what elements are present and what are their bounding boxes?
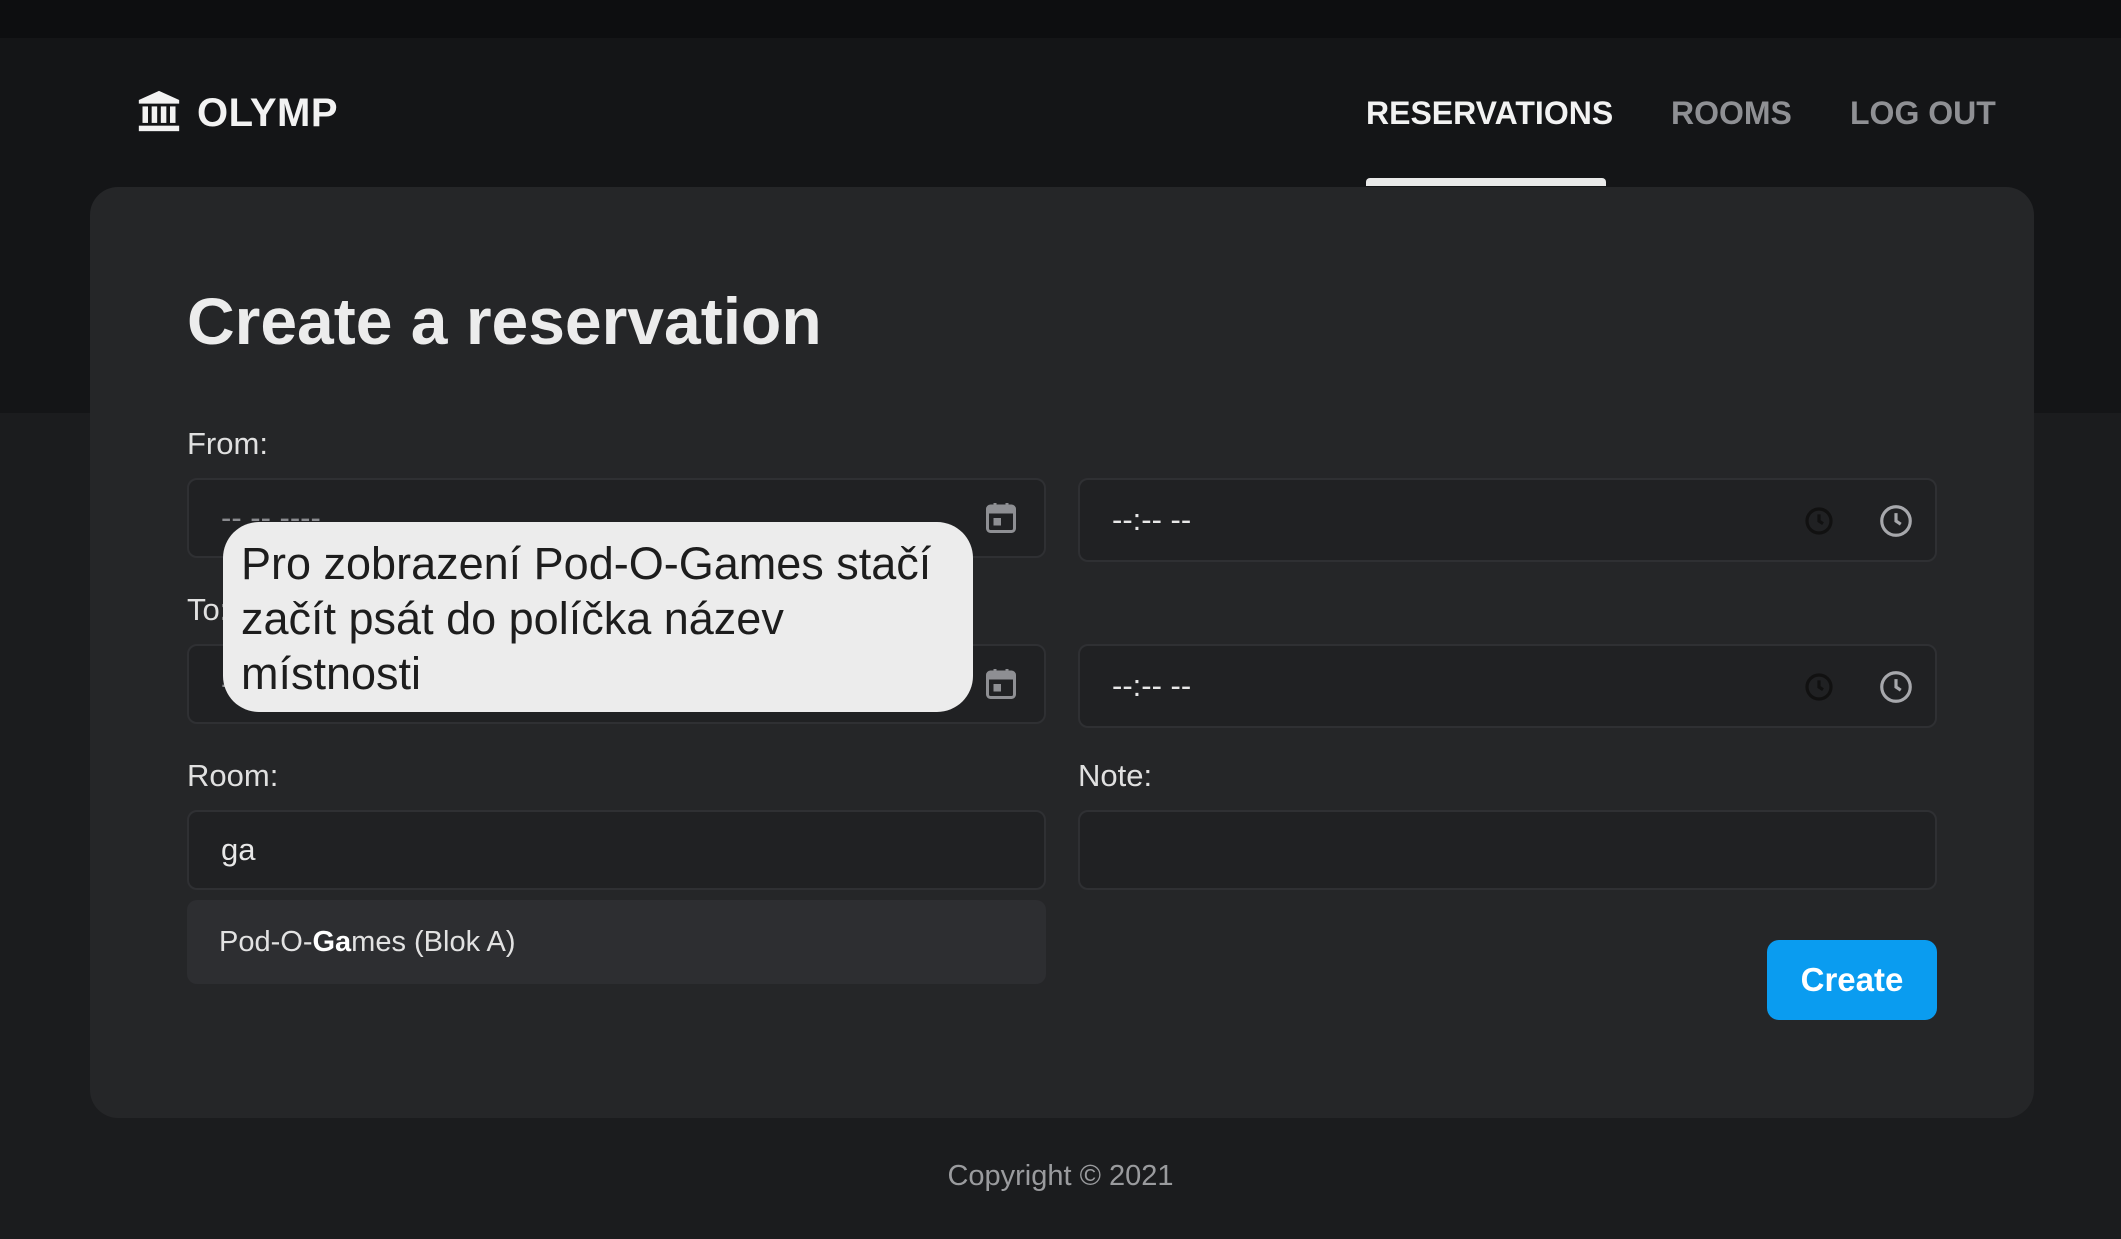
create-button[interactable]: Create	[1767, 940, 1937, 1020]
clock-icon[interactable]	[1877, 668, 1915, 711]
footer-copyright: Copyright © 2021	[947, 1160, 1174, 1192]
to-time-placeholder: --:-- --	[1112, 668, 1192, 703]
page-title: Create a reservation	[187, 284, 822, 358]
clock-icon[interactable]	[1877, 502, 1915, 545]
suggestion-suffix: mes (Blok A)	[351, 925, 516, 958]
note-input[interactable]	[1078, 810, 1937, 890]
note-label: Note:	[1078, 758, 1153, 793]
hint-tooltip: Pro zobrazení Pod-O-Games stačí začít ps…	[223, 522, 973, 712]
from-label: From:	[187, 426, 268, 461]
room-input[interactable]: ga	[187, 810, 1046, 890]
nav-logout[interactable]: LOG OUT	[1850, 95, 1996, 132]
nav-reservations[interactable]: RESERVATIONS	[1366, 95, 1613, 132]
suggestion-match: Ga	[312, 925, 352, 958]
room-input-value: ga	[221, 832, 256, 867]
room-label: Room:	[187, 758, 279, 793]
room-suggestion-item[interactable]: Pod-O- Ga mes (Blok A)	[187, 900, 1046, 984]
clock-icon[interactable]	[1803, 505, 1835, 542]
clock-icon[interactable]	[1803, 671, 1835, 708]
top-strip	[0, 0, 2121, 38]
brand-logo[interactable]: OLYMP	[137, 88, 338, 138]
calendar-icon[interactable]	[983, 666, 1019, 707]
from-time-input[interactable]: --:-- --	[1078, 478, 1937, 562]
bank-building-icon	[137, 89, 181, 138]
suggestion-prefix: Pod-O-	[219, 925, 313, 958]
brand-name: OLYMP	[197, 90, 339, 135]
from-time-placeholder: --:-- --	[1112, 502, 1192, 537]
nav-rooms[interactable]: ROOMS	[1671, 95, 1792, 132]
active-nav-indicator	[1366, 178, 1606, 186]
calendar-icon[interactable]	[983, 500, 1019, 541]
to-time-input[interactable]: --:-- --	[1078, 644, 1937, 728]
